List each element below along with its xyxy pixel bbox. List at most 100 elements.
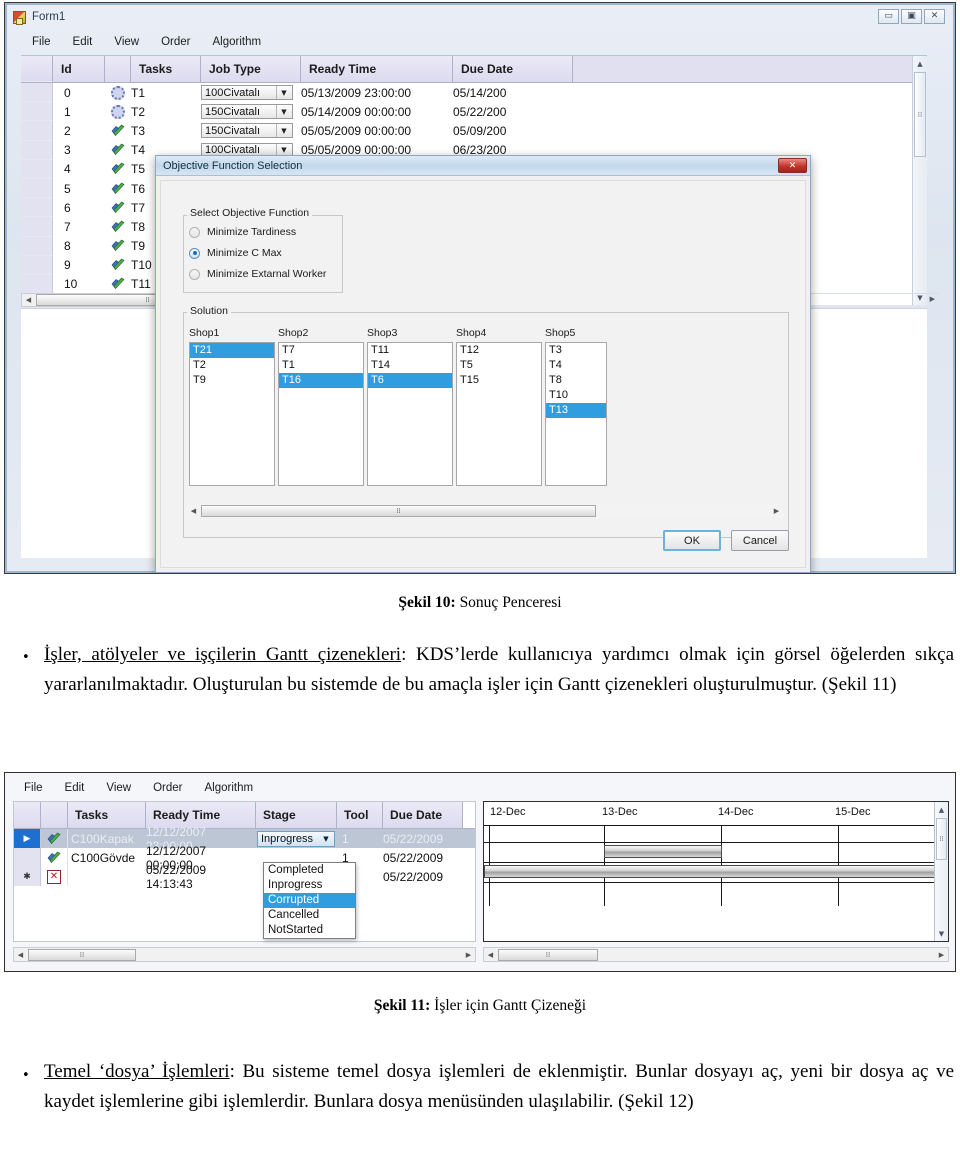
gantt-chart-horizontal-scrollbar[interactable]: ◀ ⁞⁞ ▶ <box>483 947 949 962</box>
row-select-cell[interactable] <box>21 83 53 103</box>
hscroll-right-arrow[interactable]: ▶ <box>930 295 935 303</box>
gantt-vertical-scrollbar[interactable]: ▲ ⁞⁞ ▼ <box>934 802 948 941</box>
gantt-grid-horizontal-scrollbar[interactable]: ◀ ⁞⁞ ▶ <box>13 947 476 962</box>
jobtype-combobox[interactable]: 150Civatalı ▼ <box>201 104 293 120</box>
list-item[interactable]: T7 <box>279 343 363 358</box>
row-select-cell[interactable] <box>21 274 53 295</box>
column-header-rowselect[interactable] <box>21 56 53 82</box>
grid-vertical-scrollbar[interactable]: ▲ ⁞⁞ ▼ <box>912 56 927 305</box>
gantt-chart-pane[interactable]: 12-Dec 13-Dec 14-Dec 15-Dec ▲ ⁞⁞ ▼ <box>483 801 949 942</box>
hscroll-left-arrow[interactable]: ◀ <box>22 296 35 304</box>
minimize-button[interactable]: ▭ <box>878 9 899 24</box>
gantt-column-header-stage[interactable]: Stage <box>256 802 337 828</box>
chevron-down-icon[interactable]: ▼ <box>276 124 291 138</box>
shop-listbox[interactable]: T21 T2 T9 <box>189 342 275 486</box>
gantt-menu-item-edit[interactable]: Edit <box>54 780 96 796</box>
gantt-chart-hscroll-thumb[interactable]: ⁞⁞ <box>498 948 598 961</box>
chevron-down-icon[interactable]: ▼ <box>319 832 333 846</box>
gantt-column-header-icon[interactable] <box>41 802 68 828</box>
gantt-column-header-rowselect[interactable] <box>14 802 41 828</box>
solution-hscroll-left-arrow[interactable]: ◀ <box>187 507 200 515</box>
menu-item-edit[interactable]: Edit <box>62 34 104 50</box>
row-select-cell[interactable] <box>21 217 53 237</box>
list-item[interactable]: T16 <box>279 373 363 388</box>
shop-listbox[interactable]: T7 T1 T16 <box>278 342 364 486</box>
vertical-scroll-thumb[interactable]: ⁞⁞ <box>914 72 926 157</box>
solution-hscroll-thumb[interactable]: ⁞⁞ <box>201 505 596 517</box>
table-row[interactable]: ✱ ✕ 05/22/2009 14:13:43 05/22/2009 <box>14 863 475 891</box>
radio-button-cmax[interactable] <box>189 247 200 259</box>
row-select-cell[interactable] <box>21 255 53 275</box>
gantt-menu-item-order[interactable]: Order <box>142 780 193 796</box>
maximize-button[interactable]: ▣ <box>901 9 922 24</box>
cell-stage[interactable]: Inprogress ▼ <box>256 829 337 848</box>
gantt-chart-hscroll-right-arrow[interactable]: ▶ <box>935 951 948 959</box>
list-item[interactable]: T2 <box>190 358 274 373</box>
list-item[interactable]: T8 <box>546 373 606 388</box>
list-item[interactable]: T13 <box>546 403 606 418</box>
list-item[interactable]: T15 <box>457 373 541 388</box>
gantt-grid-hscroll-right-arrow[interactable]: ▶ <box>462 951 475 959</box>
cancel-button[interactable]: Cancel <box>731 530 789 551</box>
gantt-menu-item-view[interactable]: View <box>95 780 142 796</box>
gantt-task-grid[interactable]: Tasks Ready Time Stage Tool Due Date ▶ C1… <box>13 801 476 942</box>
column-header-duedate[interactable]: Due Date <box>453 56 573 82</box>
row-select-cell[interactable] <box>21 102 53 122</box>
solution-horizontal-scrollbar[interactable]: ◀ ⁞⁞ ▶ <box>187 504 783 518</box>
column-header-jobtype[interactable]: Job Type <box>201 56 301 82</box>
table-row[interactable]: 2 T3 150Civatalı ▼ 05/05/2009 00:00:00 05/09/… <box>21 121 927 141</box>
gantt-chart-hscroll-left-arrow[interactable]: ◀ <box>484 951 497 959</box>
gantt-menu-item-file[interactable]: File <box>13 780 54 796</box>
gantt-column-header-tool[interactable]: Tool <box>337 802 383 828</box>
gantt-grid-hscroll-thumb[interactable]: ⁞⁞ <box>28 948 136 961</box>
menu-item[interactable]: Corrupted <box>264 893 355 908</box>
menu-item-algorithm[interactable]: Algorithm <box>201 34 272 50</box>
shop-listbox[interactable]: T11 T14 T6 <box>367 342 453 486</box>
list-item[interactable]: T12 <box>457 343 541 358</box>
chevron-down-icon[interactable]: ▼ <box>276 86 291 100</box>
menu-item-order[interactable]: Order <box>150 34 201 50</box>
gantt-bar-c100kapak[interactable] <box>604 845 722 858</box>
list-item[interactable]: T21 <box>190 343 274 358</box>
column-header-id[interactable]: Id <box>53 56 105 82</box>
gantt-vertical-scroll-thumb[interactable]: ⁞⁞ <box>936 818 947 860</box>
list-item[interactable]: T10 <box>546 388 606 403</box>
list-item[interactable]: T5 <box>457 358 541 373</box>
shop-listbox[interactable]: T12 T5 T15 <box>456 342 542 486</box>
row-select-cell[interactable] <box>21 236 53 256</box>
menu-item-view[interactable]: View <box>103 34 150 50</box>
dialog-close-button[interactable]: ✕ <box>778 158 807 173</box>
menu-item[interactable]: NotStarted <box>264 923 355 938</box>
gantt-grid-hscroll-left-arrow[interactable]: ◀ <box>14 951 27 959</box>
menu-item[interactable]: Cancelled <box>264 908 355 923</box>
gantt-menu-item-algorithm[interactable]: Algorithm <box>193 780 264 796</box>
jobtype-combobox[interactable]: 150Civatalı ▼ <box>201 123 293 139</box>
list-item[interactable]: T1 <box>279 358 363 373</box>
row-marker-cell[interactable]: ✱ <box>14 867 41 886</box>
cell-jobtype[interactable]: 100Civatalı ▼ <box>201 83 301 102</box>
stage-dropdown-list[interactable]: Completed Inprogress Corrupted Cancelled Not… <box>263 862 356 939</box>
radio-button-tardiness[interactable] <box>189 226 200 238</box>
solution-hscroll-right-arrow[interactable]: ▶ <box>770 507 783 515</box>
radio-option-minimize-cmax[interactable]: Minimize C Max <box>189 247 282 259</box>
list-item[interactable]: T9 <box>190 373 274 388</box>
stage-combobox[interactable]: Inprogress ▼ <box>257 830 335 847</box>
list-item[interactable]: T14 <box>368 358 452 373</box>
shop-listbox[interactable]: T3 T4 T8 T10 T13 <box>545 342 607 486</box>
gantt-bar-c100govde[interactable] <box>484 865 936 878</box>
radio-option-minimize-external-worker[interactable]: Minimize Extarnal Worker <box>189 268 326 280</box>
table-row[interactable]: 1 T2 150Civatalı ▼ 05/14/2009 00:00:00 05/22/… <box>21 102 927 122</box>
menu-item-file[interactable]: File <box>21 34 62 50</box>
row-select-cell[interactable] <box>21 159 53 179</box>
close-button[interactable]: ✕ <box>924 9 945 24</box>
row-select-cell[interactable] <box>21 198 53 218</box>
gantt-scroll-down-arrow[interactable]: ▼ <box>935 926 948 941</box>
jobtype-combobox[interactable]: 100Civatalı ▼ <box>201 85 293 101</box>
row-select-cell[interactable] <box>21 140 53 160</box>
list-item[interactable]: T11 <box>368 343 452 358</box>
list-item[interactable]: T3 <box>546 343 606 358</box>
cell-jobtype[interactable]: 150Civatalı ▼ <box>201 102 301 121</box>
row-select-cell[interactable] <box>21 121 53 141</box>
column-header-icon[interactable] <box>105 56 131 82</box>
row-marker-cell[interactable] <box>14 848 41 867</box>
